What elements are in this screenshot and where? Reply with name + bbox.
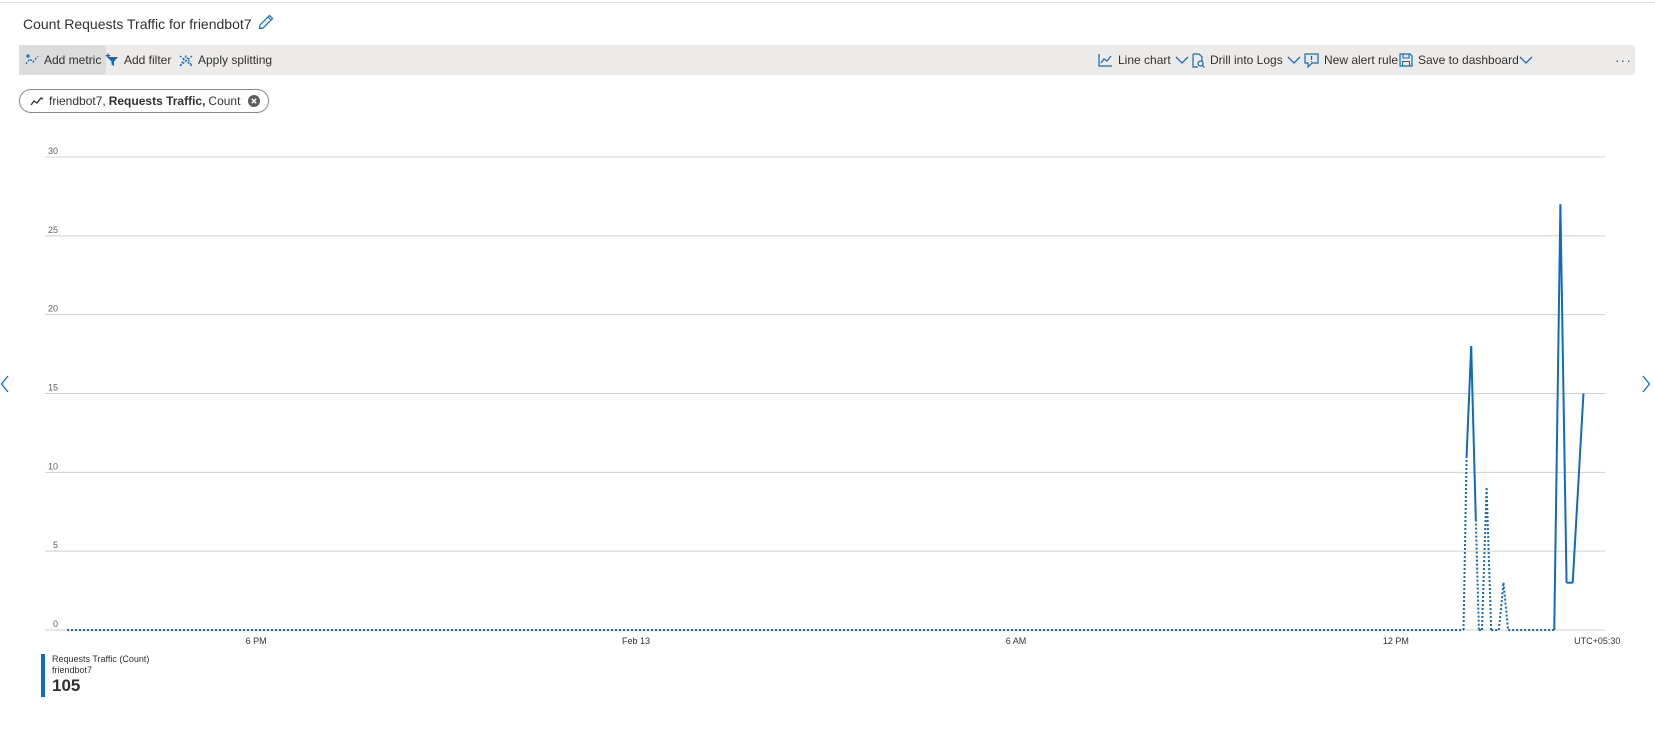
- y-tick-label: 15: [48, 383, 58, 393]
- series-segment: [1571, 393, 1585, 583]
- series-segment: [1502, 582, 1510, 631]
- legend-total-value: 105: [52, 676, 81, 695]
- y-tick-label: 25: [48, 225, 58, 235]
- x-tick-label: 12 PM: [1383, 636, 1409, 646]
- series-segment: [1480, 488, 1488, 631]
- line-chart: 30 25 20 15 10 5 0 6 PM Feb 13 6 AM 12 PM UTC+05:30: [45, 146, 1620, 646]
- legend-color-bar: [41, 654, 45, 697]
- series-segment: [1497, 582, 1505, 631]
- series-segment: [1462, 456, 1468, 631]
- x-tick-label: 6 PM: [246, 636, 267, 646]
- y-tick-label: 0: [53, 619, 58, 629]
- x-tick-label: UTC+05:30: [1574, 636, 1620, 646]
- legend-series-label: Requests Traffic (Count): [52, 654, 150, 664]
- x-tick-label: 6 AM: [1006, 636, 1027, 646]
- y-tick-label: 30: [48, 146, 58, 156]
- series-segment: [1474, 519, 1480, 631]
- x-tick-label: Feb 13: [622, 636, 650, 646]
- series-segment: [1553, 204, 1562, 631]
- y-tick-label: 20: [48, 304, 58, 314]
- series-segment: [1465, 346, 1473, 457]
- y-tick-label: 5: [53, 540, 58, 550]
- series-segment: [1470, 346, 1477, 520]
- y-tick-label: 10: [48, 461, 58, 471]
- legend-resource: friendbot7: [52, 665, 93, 675]
- series-segment: [1485, 488, 1493, 631]
